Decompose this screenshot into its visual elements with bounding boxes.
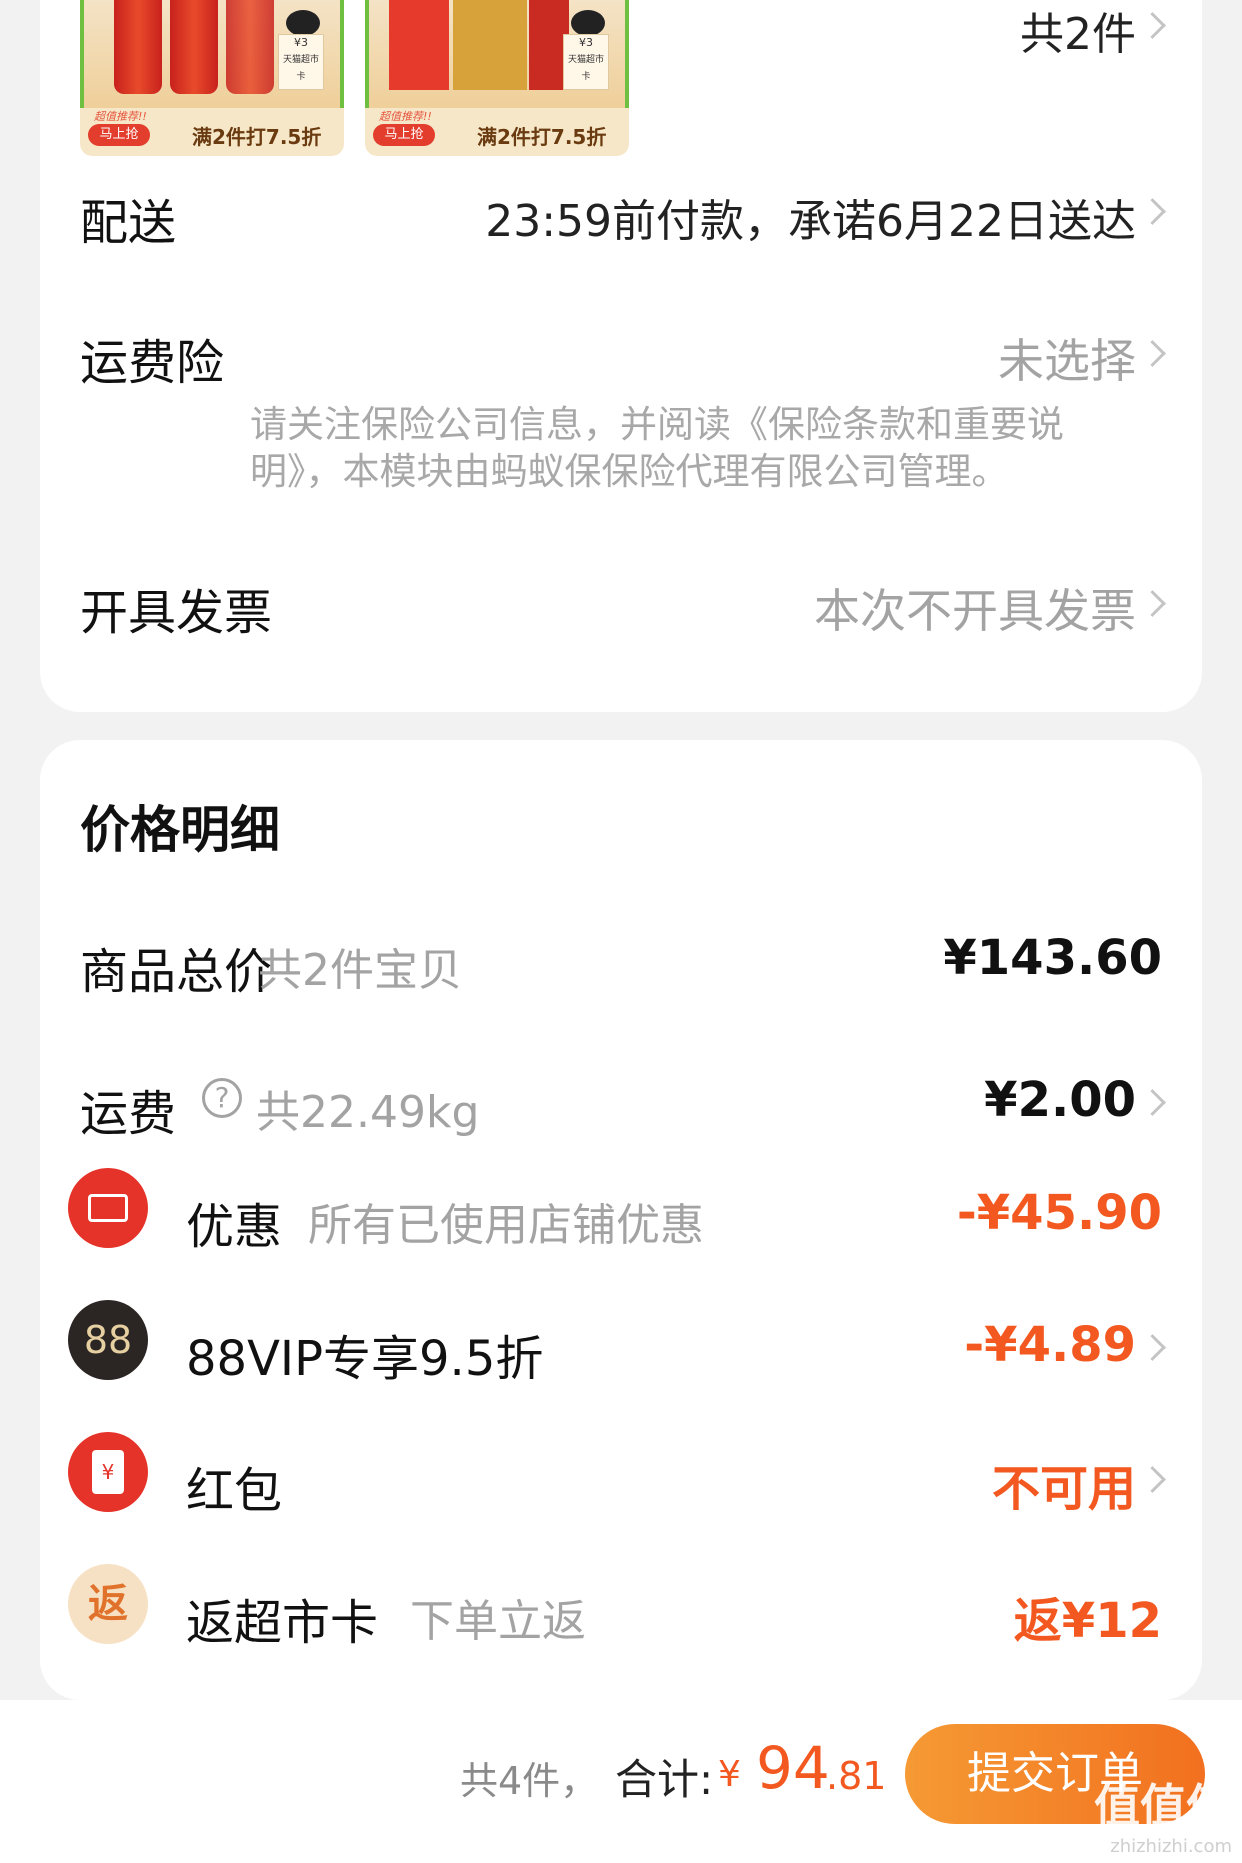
supermarket-card-badge: ¥3 天猫超市卡 bbox=[563, 34, 609, 90]
delivery-label: 配送 bbox=[80, 195, 177, 251]
promo-banner: 超值推荐!! 马上抢 满2件打7.5折 bbox=[80, 108, 344, 156]
cashback-value: 返¥12 bbox=[1013, 1593, 1162, 1649]
shipping-weight: 共22.49kg bbox=[256, 1087, 480, 1138]
section-title: 价格明细 bbox=[80, 801, 280, 859]
chevron-right-icon bbox=[1139, 198, 1166, 225]
vip-value: -¥4.89 bbox=[964, 1317, 1136, 1373]
cashback-sub: 下单立返 bbox=[410, 1596, 586, 1647]
total-integer: 94 bbox=[756, 1734, 830, 1802]
total-currency: ¥ bbox=[718, 1754, 741, 1795]
promo-text: 满2件打7.5折 bbox=[192, 125, 322, 149]
product-image: ¥3 天猫超市卡 bbox=[80, 0, 344, 110]
tmall-cat-icon bbox=[571, 10, 605, 36]
promo-banner: 超值推荐!! 马上抢 满2件打7.5折 bbox=[365, 108, 629, 156]
product-thumbnail-1[interactable]: ¥3 天猫超市卡 超值推荐!! 马上抢 满2件打7.5折 bbox=[80, 0, 344, 156]
chevron-right-icon bbox=[1139, 12, 1166, 39]
discount-label: 优惠 bbox=[186, 1199, 283, 1255]
discount-sub: 所有已使用店铺优惠 bbox=[308, 1200, 704, 1251]
help-icon[interactable]: ? bbox=[202, 1078, 242, 1118]
shipping-label: 运费 bbox=[80, 1086, 177, 1142]
total-decimal: .81 bbox=[826, 1754, 887, 1798]
goods-total-sub: 共2件宝贝 bbox=[258, 945, 462, 996]
chevron-right-icon bbox=[1139, 590, 1166, 617]
vip-88-icon: 88 bbox=[68, 1300, 148, 1380]
order-options-card: ¥3 天猫超市卡 超值推荐!! 马上抢 满2件打7.5折 ¥3 天猫超市卡 超值推荐… bbox=[40, 0, 1202, 712]
goods-total-value: ¥143.60 bbox=[943, 930, 1162, 986]
ticket-icon bbox=[68, 1168, 148, 1248]
chevron-right-icon bbox=[1139, 1334, 1166, 1361]
red-packet-label: 红包 bbox=[186, 1463, 283, 1519]
chevron-right-icon bbox=[1139, 340, 1166, 367]
invoice-label: 开具发票 bbox=[80, 585, 273, 641]
product-count[interactable]: 共2件 bbox=[1020, 0, 1136, 62]
chevron-right-icon bbox=[1139, 1466, 1166, 1493]
cashback-label: 返超市卡 bbox=[186, 1595, 379, 1651]
insurance-label: 运费险 bbox=[80, 335, 225, 391]
red-envelope-icon: ¥ bbox=[68, 1432, 148, 1512]
insurance-note-line1: 请关注保险公司信息，并阅读《保险条款和重要说 bbox=[250, 403, 1064, 446]
grab-now-tag: 马上抢 bbox=[373, 124, 435, 146]
cashback-icon: 返 bbox=[68, 1564, 148, 1644]
price-detail-card: 价格明细 商品总价 共2件宝贝 ¥143.60 运费 ? 共22.49kg ¥2… bbox=[40, 740, 1202, 1700]
grab-now-tag: 马上抢 bbox=[88, 124, 150, 146]
goods-total-label: 商品总价 bbox=[80, 944, 273, 1000]
item-count: 共4件， bbox=[460, 1759, 599, 1803]
product-thumbnail-2[interactable]: ¥3 天猫超市卡 超值推荐!! 马上抢 满2件打7.5折 bbox=[365, 0, 629, 156]
delivery-value: 23:59前付款，承诺6月22日送达 bbox=[485, 196, 1136, 247]
vip-label: 88VIP专享9.5折 bbox=[186, 1331, 544, 1387]
red-packet-value: 不可用 bbox=[991, 1461, 1136, 1517]
total-label: 合计: bbox=[615, 1755, 714, 1804]
tmall-cat-icon bbox=[286, 10, 320, 36]
chevron-right-icon bbox=[1139, 1089, 1166, 1116]
product-image: ¥3 天猫超市卡 bbox=[365, 0, 629, 110]
watermark: 值值值 zhizhizhi.com bbox=[1094, 1779, 1232, 1857]
checkout-bar: 共4件， 合计: ¥ 94 .81 提交订单 值值值 zhizhizhi.com bbox=[0, 1700, 1242, 1863]
supermarket-card-badge: ¥3 天猫超市卡 bbox=[278, 34, 324, 90]
invoice-value: 本次不开具发票 bbox=[814, 584, 1136, 638]
shipping-value: ¥2.00 bbox=[984, 1072, 1136, 1128]
discount-value: -¥45.90 bbox=[956, 1185, 1162, 1241]
insurance-value: 未选择 bbox=[998, 334, 1136, 388]
promo-text: 满2件打7.5折 bbox=[477, 125, 607, 149]
insurance-note-line2: 明》，本模块由蚂蚁保保险代理有限公司管理。 bbox=[250, 450, 1009, 493]
